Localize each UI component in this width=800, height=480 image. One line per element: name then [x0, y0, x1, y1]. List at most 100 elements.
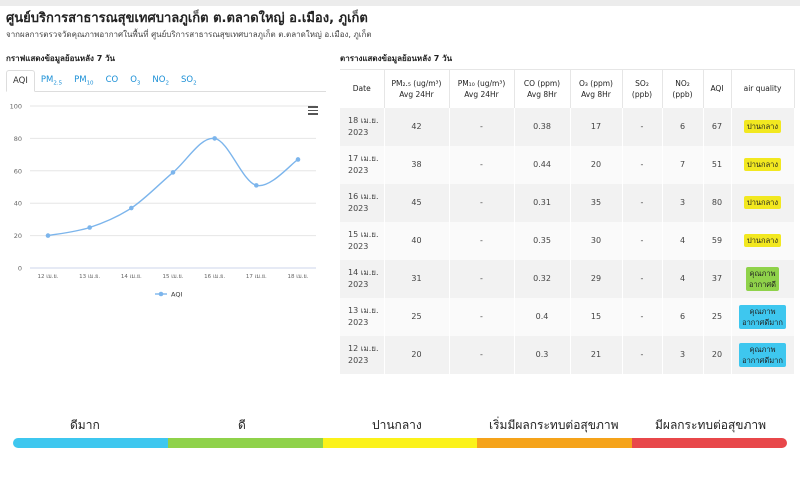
scale-segment — [167, 438, 323, 448]
y-tick-label: 40 — [14, 200, 22, 208]
legend-label: AQI — [171, 291, 182, 299]
scale-label-starting-impact: เริ่มมีผลกระทบต่อสุขภาพ — [489, 418, 619, 432]
cell-o3: 20 — [570, 145, 623, 184]
cell-so2: - — [622, 335, 663, 374]
air-quality-badge: ปานกลาง — [743, 196, 782, 209]
data-point — [295, 157, 301, 162]
scale-label-good: ดี — [238, 418, 246, 432]
scale-segment — [322, 438, 478, 448]
col-header-date: Date — [340, 69, 385, 108]
cell-co: 0.31 — [514, 183, 571, 222]
top-bar — [0, 0, 800, 6]
tab-aqi[interactable]: AQI — [6, 70, 35, 92]
cell-air-quality: คุณภาพ อากาศดี — [731, 259, 795, 298]
x-tick-label: 14 เม.ย. — [121, 274, 142, 280]
cell-date: 13 เม.ย. 2023 — [340, 297, 385, 336]
cell-pm25: 31 — [384, 259, 450, 298]
cell-no2: 6 — [662, 297, 704, 336]
tab-so2[interactable]: SO2 — [175, 70, 203, 92]
chart-menu-icon[interactable] — [308, 106, 318, 115]
cell-pm10: - — [449, 259, 515, 298]
cell-pm10: - — [449, 335, 515, 374]
pollutant-tabs: AQI PM2.5 PM10 CO O3 NO2 SO2 — [6, 70, 326, 92]
cell-co: 0.38 — [514, 107, 571, 146]
cell-pm25: 25 — [384, 297, 450, 336]
cell-o3: 29 — [570, 259, 623, 298]
table-row: 14 เม.ย. 2023 31-0.32 29-4 37 คุณภาพ อากาศดี — [340, 259, 795, 298]
x-tick-label: 17 เม.ย. — [246, 274, 267, 280]
y-tick-label: 20 — [14, 232, 22, 240]
cell-pm25: 45 — [384, 183, 450, 222]
tab-no2[interactable]: NO2 — [146, 70, 175, 92]
cell-co: 0.4 — [514, 297, 571, 336]
x-tick-label: 13 เม.ย. — [79, 274, 100, 280]
cell-aqi: 25 — [703, 297, 732, 336]
air-quality-badge: คุณภาพ อากาศดีมาก — [739, 342, 786, 367]
cell-no2: 4 — [662, 259, 704, 298]
cell-aqi: 80 — [703, 183, 732, 222]
page-title: ศูนย์บริการสาธารณสุขเทศบาลภูเก็ต ต.ตลาดใ… — [6, 11, 368, 26]
cell-pm25: 20 — [384, 335, 450, 374]
col-header-pm10: PM₁₀ (ug/m³) Avg 24Hr — [449, 69, 515, 108]
cell-date: 18 เม.ย. 2023 — [340, 107, 385, 146]
cell-aqi: 67 — [703, 107, 732, 146]
table-header-row: Date PM₂.₅ (ug/m³) Avg 24Hr PM₁₀ (ug/m³) A… — [340, 69, 795, 108]
scale-label-very-good: ดีมาก — [70, 418, 100, 432]
cell-date: 14 เม.ย. 2023 — [340, 259, 385, 298]
y-tick-label: 60 — [14, 167, 22, 175]
graph-section-title: กราฟแสดงข้อมูลย้อนหลัง 7 วัน — [6, 54, 116, 63]
cell-co: 0.35 — [514, 221, 571, 260]
tab-co[interactable]: CO — [100, 70, 125, 92]
scale-segment — [477, 438, 633, 448]
col-header-aqi: AQI — [703, 69, 732, 108]
page-subtitle: จากผลการตรวจวัดคุณภาพอากาศในพื้นที่ ศูนย… — [6, 30, 372, 39]
cell-no2: 3 — [662, 183, 704, 222]
legend-marker — [158, 291, 164, 297]
scale-label-moderate: ปานกลาง — [372, 418, 422, 432]
series-line-aqi — [47, 137, 299, 237]
table-row: 16 เม.ย. 2023 45-0.31 35-3 80 ปานกลาง — [340, 183, 795, 222]
cell-aqi: 59 — [703, 221, 732, 260]
cell-so2: - — [622, 107, 663, 146]
cell-date: 17 เม.ย. 2023 — [340, 145, 385, 184]
x-tick-label: 16 เม.ย. — [204, 274, 225, 280]
cell-o3: 21 — [570, 335, 623, 374]
cell-pm25: 40 — [384, 221, 450, 260]
cell-pm25: 42 — [384, 107, 450, 146]
x-tick-label: 15 เม.ย. — [163, 274, 184, 280]
cell-no2: 3 — [662, 335, 704, 374]
data-point — [170, 170, 176, 175]
table-row: 17 เม.ย. 2023 38-0.44 20-7 51 ปานกลาง — [340, 145, 795, 184]
cell-pm10: - — [449, 145, 515, 184]
col-header-pm25: PM₂.₅ (ug/m³) Avg 24Hr — [384, 69, 450, 108]
col-header-o3: O₃ (ppm) Avg 8Hr — [570, 69, 623, 108]
cell-o3: 17 — [570, 107, 623, 146]
cell-co: 0.32 — [514, 259, 571, 298]
col-header-air-quality: air quality — [731, 69, 795, 108]
cell-air-quality: ปานกลาง — [731, 183, 795, 222]
col-header-no2: NO₂ (ppb) — [662, 69, 704, 108]
y-tick-label: 80 — [14, 135, 22, 143]
cell-aqi: 51 — [703, 145, 732, 184]
tab-o3[interactable]: O3 — [124, 70, 146, 92]
cell-co: 0.3 — [514, 335, 571, 374]
tab-pm10[interactable]: PM10 — [68, 70, 99, 92]
col-header-co: CO (ppm) Avg 8Hr — [514, 69, 571, 108]
table-row: 18 เม.ย. 2023 42-0.38 17-6 67 ปานกลาง — [340, 107, 795, 146]
cell-date: 12 เม.ย. 2023 — [340, 335, 385, 374]
x-tick-label: 18 เม.ย. — [288, 274, 309, 280]
cell-o3: 30 — [570, 221, 623, 260]
aqi-color-scale — [13, 438, 787, 448]
data-point — [129, 205, 134, 211]
cell-date: 16 เม.ย. 2023 — [340, 183, 385, 222]
cell-air-quality: ปานกลาง — [731, 107, 795, 146]
table-row: 15 เม.ย. 2023 40-0.35 30-4 59 ปานกลาง — [340, 221, 795, 260]
scale-segment — [13, 438, 168, 448]
col-header-so2: SO₂ (ppb) — [622, 69, 663, 108]
tab-pm25[interactable]: PM2.5 — [35, 70, 68, 92]
cell-date: 15 เม.ย. 2023 — [340, 221, 385, 260]
y-tick-label: 0 — [18, 265, 22, 273]
air-quality-badge: คุณภาพ อากาศดี — [745, 266, 780, 291]
cell-air-quality: คุณภาพ อากาศดีมาก — [731, 335, 795, 374]
cell-air-quality: ปานกลาง — [731, 145, 795, 184]
